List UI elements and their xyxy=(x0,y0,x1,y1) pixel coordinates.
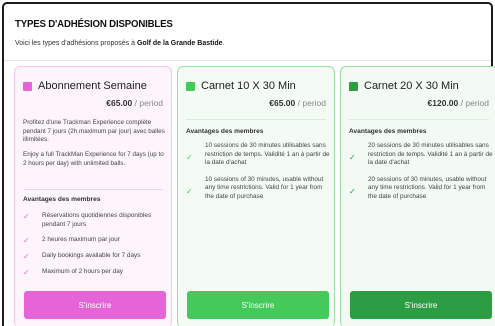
price-period: / period xyxy=(134,98,163,108)
check-icon: ✓ xyxy=(186,186,193,196)
plan-price: €120.00 / period xyxy=(428,98,489,108)
subtitle-prefix: Voici les types d'adhésions proposés à xyxy=(15,40,137,47)
plan-card-abonnement-semaine: Abonnement Semaine €65.00 / period Profi… xyxy=(14,66,172,326)
check-icon: ✓ xyxy=(23,268,30,278)
benefit-text: Maximum of 2 hours per day xyxy=(42,268,123,276)
subtitle-suffix: . xyxy=(222,40,225,47)
plan-header: Carnet 10 X 30 Min xyxy=(186,80,296,92)
plan-price: €65.00 / period xyxy=(269,98,326,108)
check-icon: ✓ xyxy=(349,153,356,162)
plan-name: Carnet 10 X 30 Min xyxy=(201,80,296,92)
benefits-list: ✓ 20 sessions de 30 minutes utilisables s… xyxy=(349,142,495,209)
plan-color-swatch xyxy=(349,81,358,91)
plan-card-carnet-10: Carnet 10 X 30 Min €65.00 / period Avant… xyxy=(177,66,335,326)
price-amount: €120.00 xyxy=(427,98,459,108)
card-divider xyxy=(186,119,326,120)
benefits-title: Avantages des membres xyxy=(186,128,264,135)
check-icon: ✓ xyxy=(23,236,30,246)
panel-header: TYPES D'ADHÉSION DISPONIBLES Voici les t… xyxy=(15,18,485,47)
benefits-list: ✓ 10 sessions de 30 minutes utilisables s… xyxy=(186,142,332,209)
benefit-item: ✓ 20 sessions of 30 minutes, usable witho… xyxy=(349,176,495,202)
check-icon: ✓ xyxy=(186,153,193,162)
benefit-item: ✓ Maximum of 2 hours per day xyxy=(23,268,169,277)
plan-name: Abonnement Semaine xyxy=(38,80,147,92)
page-subtitle: Voici les types d'adhésions proposés à G… xyxy=(15,40,485,47)
benefits-title: Avantages des membres xyxy=(23,196,101,203)
check-icon: ✓ xyxy=(349,186,356,196)
benefit-item: ✓ Daily bookings available for 7 days xyxy=(23,252,169,261)
benefit-text: 10 sessions of 30 minutes, usable withou… xyxy=(205,175,324,200)
club-name: Golf de la Grande Bastide xyxy=(136,40,223,47)
benefits-title: Avantages des membres xyxy=(349,128,427,135)
plan-price: €65.00 / period xyxy=(106,98,163,108)
benefit-text: 10 sessions de 30 minutes utilisables sa… xyxy=(205,142,330,167)
benefit-text: Réservations quotidiennes disponibles pe… xyxy=(42,212,152,228)
benefit-item: ✓ Réservations quotidiennes disponibles p… xyxy=(23,212,169,229)
plan-name: Carnet 20 X 30 Min xyxy=(364,80,459,92)
header-divider xyxy=(4,60,491,61)
plan-description-en: Enjoy a full TrackMan Experience for 7 d… xyxy=(23,151,164,167)
subscribe-button[interactable]: S'inscrire xyxy=(187,291,329,319)
price-period: / period xyxy=(460,98,489,108)
benefit-text: 20 sessions de 30 minutes utilisables sa… xyxy=(368,142,493,167)
price-period: / period xyxy=(297,98,326,108)
plan-header: Abonnement Semaine xyxy=(23,80,147,92)
page-title: TYPES D'ADHÉSION DISPONIBLES xyxy=(15,18,173,30)
benefits-list: ✓ Réservations quotidiennes disponibles p… xyxy=(23,212,169,284)
subscribe-button[interactable]: S'inscrire xyxy=(24,291,166,319)
benefit-item: ✓ 10 sessions of 30 minutes, usable witho… xyxy=(186,176,332,202)
plan-color-swatch xyxy=(23,81,32,91)
benefit-text: 2 heures maximum par jour xyxy=(42,236,120,244)
price-amount: €65.00 xyxy=(269,98,296,108)
card-divider xyxy=(23,189,163,190)
subscribe-button[interactable]: S'inscrire xyxy=(350,291,492,319)
check-icon: ✓ xyxy=(23,212,30,221)
check-icon: ✓ xyxy=(23,252,30,262)
benefit-text: 20 sessions of 30 minutes, usable withou… xyxy=(368,175,487,200)
benefit-item: ✓ 20 sessions de 30 minutes utilisables s… xyxy=(349,142,495,168)
plan-header: Carnet 20 X 30 Min xyxy=(349,80,459,92)
plan-card-carnet-20: Carnet 20 X 30 Min €120.00 / period Avan… xyxy=(340,66,495,326)
benefit-text: Daily bookings available for 7 days xyxy=(42,252,141,260)
card-divider xyxy=(349,119,489,120)
benefit-item: ✓ 10 sessions de 30 minutes utilisables s… xyxy=(186,142,332,168)
plan-color-swatch xyxy=(186,81,195,91)
benefit-item: ✓ 2 heures maximum par jour xyxy=(23,236,169,245)
plan-description-fr: Profitez d'une Trackman Experience compl… xyxy=(23,119,165,144)
price-amount: €65.00 xyxy=(106,98,133,108)
